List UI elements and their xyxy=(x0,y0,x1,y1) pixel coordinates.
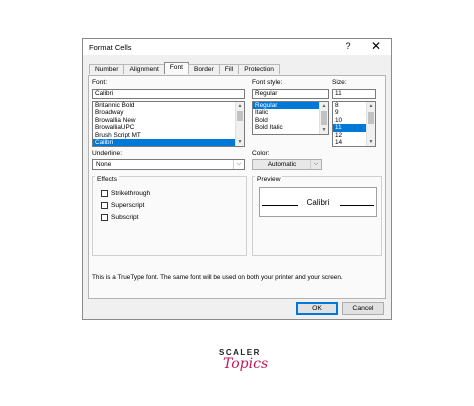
superscript-checkbox[interactable]: Superscript xyxy=(101,202,144,209)
preview-sample-text: Calibri xyxy=(306,198,330,207)
title-bar: Format Cells ? ✕ xyxy=(83,39,391,55)
size-input[interactable]: 11 xyxy=(332,89,376,99)
preview-box: Calibri xyxy=(259,187,377,217)
size-list-scrollbar[interactable]: ▲ ▼ xyxy=(366,102,375,146)
size-label: Size: xyxy=(332,79,347,86)
tab-fill[interactable]: Fill xyxy=(218,64,240,74)
font-input[interactable]: Calibri xyxy=(92,89,245,99)
subscript-checkbox[interactable]: Subscript xyxy=(101,214,139,221)
font-list-scrollbar[interactable]: ▲ ▼ xyxy=(235,102,244,146)
strikethrough-checkbox[interactable]: Strikethrough xyxy=(101,190,150,197)
size-list[interactable]: 8 9 10 11 12 14 ▲ ▼ xyxy=(332,101,376,147)
font-label: Font: xyxy=(92,79,108,86)
font-list[interactable]: Britannic Bold Broadway Browallia New Br… xyxy=(92,101,245,147)
dialog-title: Format Cells xyxy=(89,43,132,52)
list-item[interactable]: Britannic Bold xyxy=(93,102,244,109)
list-item[interactable]: BrowalliaUPC xyxy=(93,124,244,131)
tab-alignment[interactable]: Alignment xyxy=(123,64,165,74)
scroll-thumb[interactable] xyxy=(321,111,327,125)
font-tab-panel: Font: Calibri Britannic Bold Broadway Br… xyxy=(88,75,386,299)
subscript-label: Subscript xyxy=(111,214,139,221)
help-button[interactable]: ? xyxy=(343,41,353,51)
close-icon[interactable]: ✕ xyxy=(370,39,382,53)
font-style-label: Font style: xyxy=(252,79,283,86)
checkbox-icon[interactable] xyxy=(101,202,108,209)
underline-dropdown[interactable]: None ⌵ xyxy=(92,159,245,170)
tab-strip: Number Alignment Font Border Fill Protec… xyxy=(89,62,280,75)
list-item[interactable]: Italic xyxy=(253,109,328,116)
font-style-input[interactable]: Regular xyxy=(252,89,329,99)
ok-button[interactable]: OK xyxy=(296,302,338,315)
list-item-selected[interactable]: Regular xyxy=(253,102,328,110)
format-cells-dialog: Format Cells ? ✕ Number Alignment Font B… xyxy=(82,38,392,320)
chevron-down-icon[interactable]: ⌵ xyxy=(310,160,321,169)
list-item[interactable]: Bold Italic xyxy=(253,124,328,131)
scroll-up-icon[interactable]: ▲ xyxy=(368,103,374,109)
list-item-selected[interactable]: Calibri xyxy=(93,138,244,146)
preview-group: Preview Calibri xyxy=(252,176,382,256)
scroll-thumb[interactable] xyxy=(237,111,243,121)
tab-border[interactable]: Border xyxy=(187,64,220,74)
checkbox-icon[interactable] xyxy=(101,214,108,221)
color-value: Automatic xyxy=(267,161,297,168)
scroll-down-icon[interactable]: ▼ xyxy=(368,139,374,145)
effects-title: Effects xyxy=(95,176,120,183)
scroll-up-icon[interactable]: ▲ xyxy=(321,103,327,109)
scroll-up-icon[interactable]: ▲ xyxy=(237,103,243,109)
cancel-button[interactable]: Cancel xyxy=(342,302,384,315)
list-item[interactable]: Bold xyxy=(253,117,328,124)
font-style-list[interactable]: Regular Italic Bold Bold Italic ▲ ▼ xyxy=(252,101,329,135)
scroll-down-icon[interactable]: ▼ xyxy=(237,139,243,145)
underline-label: Underline: xyxy=(92,150,123,157)
color-label: Color: xyxy=(252,150,270,157)
tab-protection[interactable]: Protection xyxy=(238,64,280,74)
preview-title: Preview xyxy=(255,176,283,183)
logo-line-2: Topics xyxy=(223,356,269,372)
list-item[interactable]: Broadway xyxy=(93,109,244,116)
truetype-info-text: This is a TrueType font. The same font w… xyxy=(92,274,343,281)
scaler-topics-logo: SCALER Topics xyxy=(215,348,275,378)
list-item[interactable]: Browallia New xyxy=(93,117,244,124)
strikethrough-label: Strikethrough xyxy=(111,190,151,197)
scroll-thumb[interactable] xyxy=(368,112,374,124)
checkbox-icon[interactable] xyxy=(101,190,108,197)
chevron-down-icon[interactable]: ⌵ xyxy=(233,160,244,169)
tab-font[interactable]: Font xyxy=(163,62,189,74)
font-style-scrollbar[interactable]: ▲ ▼ xyxy=(319,102,328,134)
effects-group: Effects Strikethrough Superscript Subscr… xyxy=(92,176,247,256)
underline-value: None xyxy=(96,161,112,168)
color-dropdown[interactable]: Automatic ⌵ xyxy=(252,159,322,170)
list-item[interactable]: Brush Script MT xyxy=(93,132,244,139)
scroll-down-icon[interactable]: ▼ xyxy=(321,127,327,133)
tab-number[interactable]: Number xyxy=(89,64,125,74)
superscript-label: Superscript xyxy=(111,202,145,209)
